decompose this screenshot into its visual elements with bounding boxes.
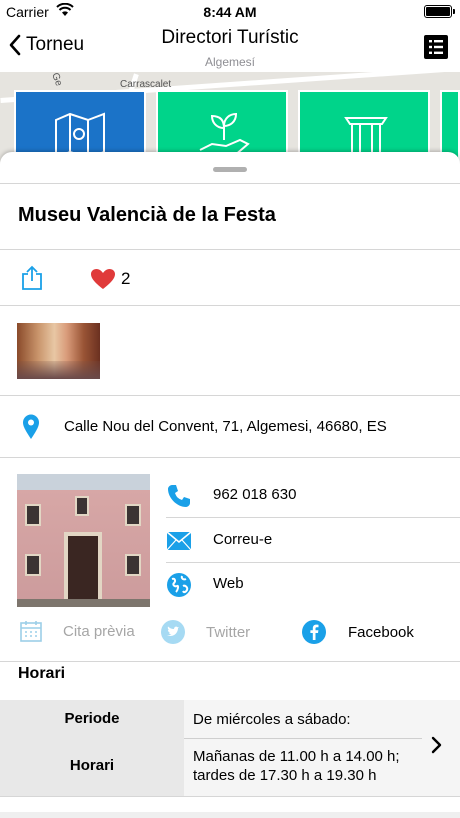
chevron-right-icon[interactable]	[430, 736, 442, 754]
twitter-icon	[161, 620, 185, 644]
page-title: Directori Turístic	[161, 27, 299, 48]
gallery-thumbnail[interactable]	[17, 323, 100, 379]
clock: 8:44 AM	[203, 4, 257, 20]
calendar-icon	[20, 621, 42, 642]
location-pin-icon	[22, 414, 40, 445]
divider	[0, 249, 460, 250]
list-icon	[429, 40, 443, 54]
facebook-button[interactable]: Facebook	[302, 620, 414, 644]
phone-row[interactable]: 962 018 630	[166, 473, 460, 517]
appointment-button[interactable]: Cita prèvia	[20, 620, 135, 642]
detail-sheet: Museu Valencià de la Festa 2 Calle Nou d…	[0, 152, 460, 818]
schedule-period-label: Periode	[64, 710, 120, 727]
share-button[interactable]	[21, 265, 43, 296]
twitter-label: Twitter	[206, 623, 251, 641]
web-row[interactable]: Web	[166, 562, 460, 606]
place-title: Museu Valencià de la Festa	[18, 204, 276, 226]
page-subtitle: Algemesí	[204, 55, 256, 69]
schedule-period-value: De miércoles a sábado:	[193, 711, 351, 728]
phone-number: 962 018 630	[213, 486, 297, 503]
envelope-icon	[166, 528, 192, 556]
share-icon	[22, 265, 42, 290]
schedule-title: Horari	[18, 665, 66, 682]
status-bar: Carrier 8:44 AM	[0, 0, 460, 22]
facebook-label: Facebook	[348, 623, 414, 641]
heart-icon	[91, 269, 115, 289]
like-button[interactable]	[90, 268, 116, 295]
globe-icon	[166, 572, 192, 603]
list-menu-button[interactable]	[424, 35, 448, 59]
schedule-hours-line2: tardes de 17.30 h a 19.30 h	[193, 767, 377, 784]
address-link[interactable]: Calle Nou del Convent, 71, Algemesi, 466…	[64, 418, 387, 435]
divider	[0, 183, 460, 184]
twitter-button[interactable]: Twitter	[161, 620, 250, 644]
map-street-label: Carrascalet	[120, 79, 172, 90]
sheet-grabber[interactable]	[213, 167, 247, 172]
divider	[184, 738, 422, 739]
battery-icon	[424, 5, 455, 18]
phone-icon	[166, 483, 192, 514]
facebook-icon	[302, 620, 326, 644]
like-count: 2	[121, 269, 131, 288]
divider	[0, 661, 460, 662]
email-label: Correu-e	[213, 531, 273, 548]
divider	[0, 796, 460, 797]
schedule-hours-line1: Mañanas de 11.00 h a 14.00 h;	[193, 748, 400, 765]
schedule-hours-label: Horari	[69, 757, 115, 774]
divider	[0, 395, 460, 396]
map-street-label: Ge	[49, 72, 65, 88]
place-photo[interactable]	[17, 474, 150, 607]
next-section	[0, 812, 460, 818]
web-label: Web	[213, 575, 244, 592]
email-row[interactable]: Correu-e	[166, 518, 460, 562]
divider	[0, 457, 460, 458]
appointment-label: Cita prèvia	[63, 622, 135, 640]
schedule-table[interactable]: Periode Horari De miércoles a sábado: Ma…	[0, 700, 460, 796]
navigation-bar: Torneu Directori Turístic Algemesí	[0, 22, 460, 72]
divider	[0, 305, 460, 306]
